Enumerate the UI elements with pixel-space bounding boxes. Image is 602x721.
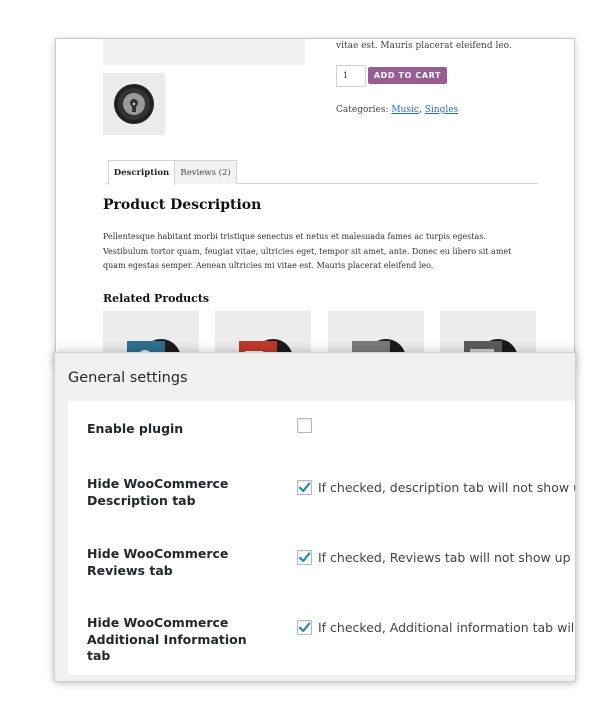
hide-reviews-tab-checkbox[interactable] bbox=[297, 550, 312, 565]
hide-additional-info-tab-control: If checked, Additional information tab w… bbox=[297, 620, 576, 635]
hide-reviews-tab-control: If checked, Reviews tab will not show up… bbox=[297, 550, 576, 565]
quantity-input[interactable]: 1 bbox=[336, 65, 366, 87]
product-page-panel: vitae est. Mauris placerat eleifend leo.… bbox=[55, 38, 575, 368]
vinyl-record-icon bbox=[114, 84, 154, 124]
hide-description-tab-description: If checked, description tab will not sho… bbox=[318, 480, 576, 495]
settings-form: Enable plugin Hide WooCommerce Descripti… bbox=[68, 401, 576, 675]
checkmark-icon bbox=[298, 482, 311, 493]
categories-label: Categories: bbox=[336, 105, 389, 115]
hide-reviews-tab-description: If checked, Reviews tab will not show up… bbox=[318, 550, 576, 565]
enable-plugin-control bbox=[297, 418, 312, 433]
enable-plugin-checkbox[interactable] bbox=[297, 418, 312, 433]
tab-description[interactable]: Description bbox=[108, 160, 175, 185]
product-tabs: Description Reviews (2) bbox=[106, 160, 538, 185]
tab-reviews[interactable]: Reviews (2) bbox=[174, 160, 237, 184]
general-settings-panel: General settings Enable plugin Hide WooC… bbox=[54, 352, 576, 682]
category-link-singles[interactable]: Singles bbox=[425, 105, 458, 115]
product-description-text: Pellentesque habitant morbi tristique se… bbox=[103, 232, 512, 270]
settings-title: General settings bbox=[68, 370, 188, 386]
product-short-description: vitae est. Mauris placerat eleifend leo. bbox=[336, 41, 512, 51]
hide-additional-info-tab-checkbox[interactable] bbox=[297, 620, 312, 635]
hide-reviews-tab-label: Hide WooCommerce Reviews tab bbox=[87, 546, 229, 578]
product-thumbnail[interactable] bbox=[103, 73, 165, 135]
categories-separator: , bbox=[418, 105, 422, 115]
enable-plugin-label: Enable plugin bbox=[87, 421, 184, 436]
product-categories: Categories: Music, Singles bbox=[336, 105, 458, 115]
hide-additional-info-tab-label: Hide WooCommerce Additional Information … bbox=[87, 615, 247, 663]
hide-description-tab-control: If checked, description tab will not sho… bbox=[297, 480, 576, 495]
hide-additional-info-tab-description: If checked, Additional information tab w… bbox=[318, 620, 576, 635]
category-link-music[interactable]: Music bbox=[391, 105, 419, 115]
add-to-cart-button[interactable]: ADD TO CART bbox=[368, 67, 447, 84]
related-products-heading: Related Products bbox=[103, 292, 210, 305]
product-main-image bbox=[103, 39, 305, 65]
checkmark-icon bbox=[298, 622, 311, 633]
checkmark-icon bbox=[298, 552, 311, 563]
product-description-heading: Product Description bbox=[103, 197, 262, 213]
hide-description-tab-label: Hide WooCommerce Description tab bbox=[87, 476, 229, 508]
hide-description-tab-checkbox[interactable] bbox=[297, 480, 312, 495]
